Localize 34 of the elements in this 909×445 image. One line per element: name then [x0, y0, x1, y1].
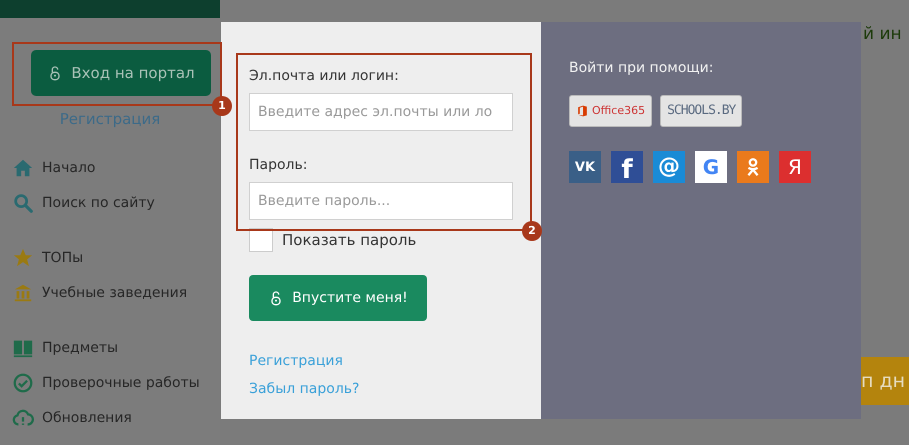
yandex-button[interactable]: Я — [779, 151, 811, 183]
building-icon — [12, 282, 34, 304]
page-button[interactable]: п дн — [861, 357, 909, 405]
check-circle-icon — [12, 372, 34, 394]
google-button[interactable]: G — [695, 151, 727, 183]
email-field[interactable]: Введите адрес эл.почты или ло — [249, 93, 513, 131]
star-icon — [12, 247, 34, 269]
login-button[interactable]: Вход на портал — [31, 50, 211, 96]
social-title: Войти при помощи: — [569, 59, 714, 78]
vk-button[interactable]: VK — [569, 151, 601, 183]
field-label: Пароль: — [249, 156, 308, 175]
password-field[interactable]: Введите пароль... — [249, 182, 513, 220]
nav-link[interactable]: Учебные заведения — [42, 282, 188, 304]
submit-button[interactable]: Впустите меня! — [249, 275, 427, 321]
checkbox-label: Показать пароль — [282, 230, 416, 251]
mail-button[interactable]: @ — [653, 151, 685, 183]
link[interactable]: Регистрация — [249, 347, 343, 375]
nav-link[interactable]: ТОПы — [42, 248, 84, 268]
field-label: Эл.почта или логин: — [249, 67, 400, 86]
nav-link[interactable]: Обновления — [42, 408, 132, 428]
home-icon — [12, 157, 34, 179]
nav-link[interactable]: Начало — [42, 158, 96, 178]
checkbox[interactable] — [249, 228, 273, 252]
nav-link[interactable]: Проверочные работы — [42, 372, 200, 394]
facebook-button[interactable]: f — [611, 151, 643, 183]
link[interactable]: Забыл пароль? — [249, 375, 360, 403]
office-icon — [576, 104, 589, 118]
heading-text: й ин — [863, 23, 902, 46]
nav-link[interactable]: Поиск по сайту — [42, 192, 155, 214]
nav-link[interactable]: Предметы — [42, 338, 118, 358]
search-icon — [12, 192, 34, 214]
ok-button[interactable] — [737, 151, 769, 183]
provider-button[interactable]: Office365 — [569, 95, 652, 127]
provider-button[interactable]: SCHOOLS.BY — [660, 95, 742, 127]
